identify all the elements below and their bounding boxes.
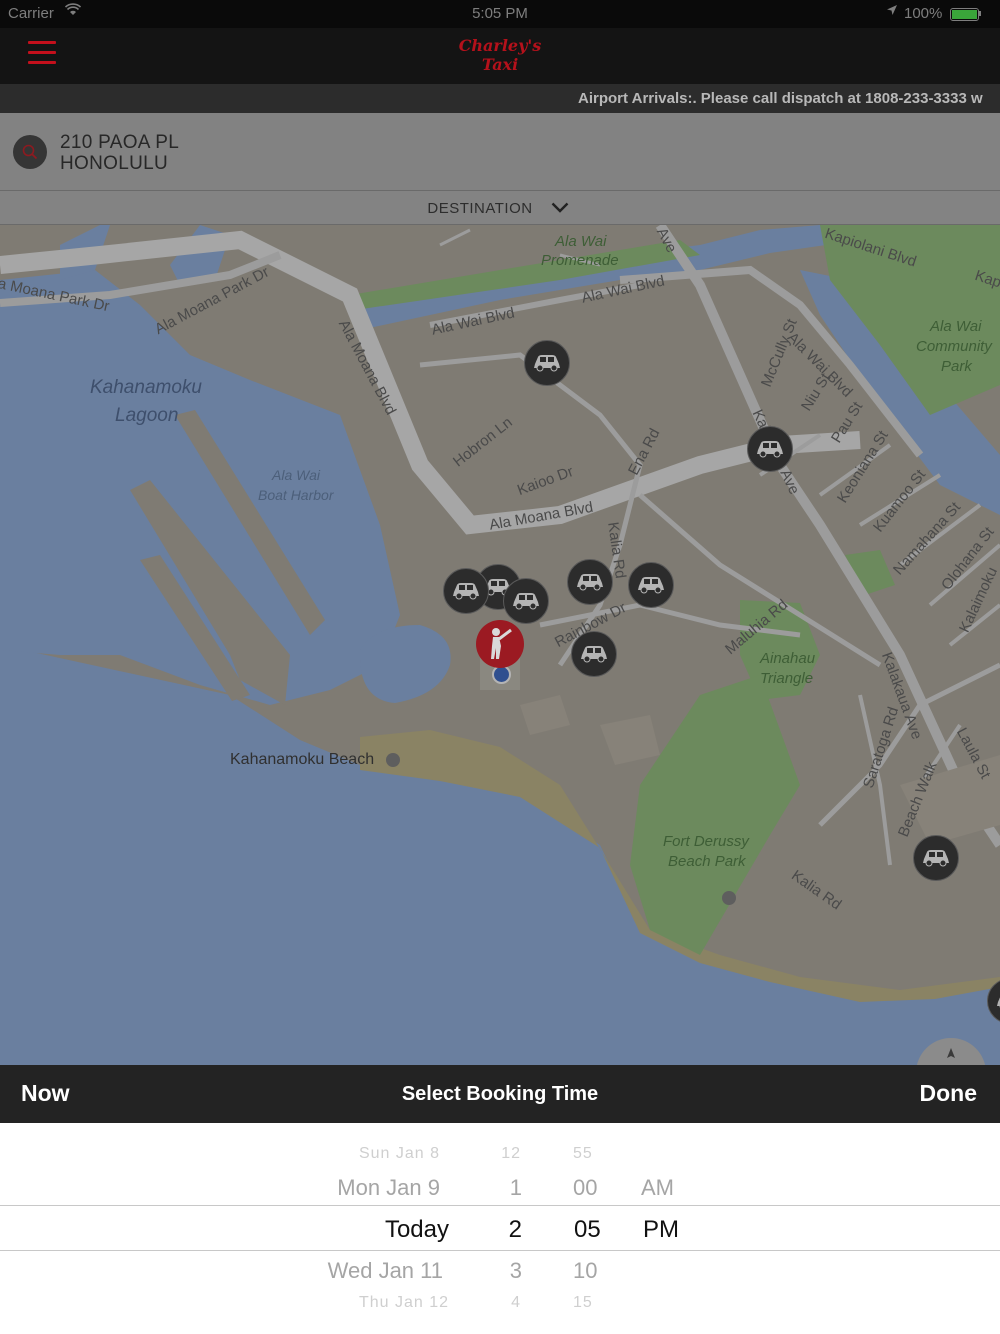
destination-selector[interactable]: DESTINATION xyxy=(0,191,1000,225)
map-label-water: Kahanamoku xyxy=(90,377,202,398)
picker-minute-selected[interactable]: 05 xyxy=(574,1216,601,1244)
map-view[interactable]: a Moana Park Dr Ala Moana Park Dr Kahana… xyxy=(0,225,1000,1065)
picker-minute[interactable]: 15 xyxy=(573,1294,593,1312)
picker-day[interactable]: Sun Jan 8 xyxy=(359,1145,440,1163)
taxi-car-icon[interactable] xyxy=(503,578,549,624)
picker-hour[interactable]: 4 xyxy=(511,1294,521,1312)
done-button[interactable]: Done xyxy=(920,1080,978,1107)
status-bar: Carrier 5:05 PM 100% xyxy=(0,0,1000,28)
map-label-water: Lagoon xyxy=(115,405,179,426)
destination-label: DESTINATION xyxy=(427,200,533,217)
taxi-car-icon[interactable] xyxy=(443,568,489,614)
map-label-poi: Kahanamoku Beach xyxy=(230,751,375,768)
picker-minute[interactable]: 00 xyxy=(573,1175,597,1201)
map-label-park: Promenade xyxy=(541,252,619,269)
map-label-park: Fort Derussy xyxy=(663,833,749,850)
announcement-ticker: Airport Arrivals:. Please call dispatch … xyxy=(0,84,1000,113)
taxi-car-icon[interactable] xyxy=(747,426,793,472)
ticker-text: Airport Arrivals:. Please call dispatch … xyxy=(578,90,983,107)
picker-ampm-selected[interactable]: PM xyxy=(643,1216,679,1244)
map-label-harbor: Ala Wai xyxy=(272,467,320,483)
pickup-address-line1: 210 PAOA PL xyxy=(60,132,180,153)
map-label-park: Ala Wai xyxy=(930,318,982,335)
battery-icon xyxy=(950,8,979,21)
chevron-down-icon xyxy=(551,202,569,213)
map-label-park: Triangle xyxy=(760,670,814,687)
museum-poi-icon xyxy=(722,891,736,905)
location-arrow-icon xyxy=(886,4,898,19)
hailing-person-icon[interactable] xyxy=(476,620,524,668)
picker-day[interactable]: Thu Jan 12 xyxy=(359,1294,449,1312)
map-label-park: Community xyxy=(916,338,992,355)
picker-day[interactable]: Mon Jan 9 xyxy=(337,1175,440,1201)
map-label-park: Beach Park xyxy=(668,853,746,870)
app-header: Charley's Taxi xyxy=(0,28,1000,84)
picker-hour[interactable]: 1 xyxy=(510,1175,522,1201)
taxi-car-icon[interactable] xyxy=(571,631,617,677)
map-label-park: Ainahau xyxy=(760,650,816,667)
map-label-park: Ala Wai xyxy=(555,233,607,250)
search-icon[interactable] xyxy=(13,135,47,169)
picker-minute[interactable]: 10 xyxy=(573,1258,597,1284)
booking-title: Select Booking Time xyxy=(401,1083,599,1105)
picker-hour[interactable]: 3 xyxy=(510,1258,522,1284)
beach-poi-icon xyxy=(386,753,400,767)
taxi-car-icon[interactable] xyxy=(913,835,959,881)
picker-day[interactable]: Wed Jan 11 xyxy=(328,1258,443,1284)
pickup-address-line2: HONOLULU xyxy=(60,153,168,174)
booking-time-toolbar: Now Select Booking Time Done xyxy=(0,1065,1000,1123)
taxi-car-icon[interactable] xyxy=(567,559,613,605)
app-logo: Charley's Taxi xyxy=(458,36,542,74)
selection-line-bottom xyxy=(0,1250,1000,1251)
picker-day-selected[interactable]: Today xyxy=(385,1216,449,1244)
picker-hour-selected[interactable]: 2 xyxy=(509,1216,522,1244)
battery-percent: 100% xyxy=(904,5,943,22)
picker-minute[interactable]: 55 xyxy=(573,1145,593,1163)
selection-line-top xyxy=(0,1205,1000,1206)
date-time-picker[interactable]: Sun Jan 8 Mon Jan 9 Today Wed Jan 11 Thu… xyxy=(0,1123,1000,1334)
pickup-address-bar[interactable]: 210 PAOA PL HONOLULU xyxy=(0,113,1000,191)
taxi-car-icon[interactable] xyxy=(524,340,570,386)
clock: 5:05 PM xyxy=(472,5,528,22)
picker-hour[interactable]: 12 xyxy=(501,1145,521,1163)
picker-ampm[interactable]: AM xyxy=(641,1175,674,1201)
map-label-park: Park xyxy=(941,358,972,375)
map-label-harbor: Boat Harbor xyxy=(258,487,334,503)
taxi-car-icon[interactable] xyxy=(628,562,674,608)
